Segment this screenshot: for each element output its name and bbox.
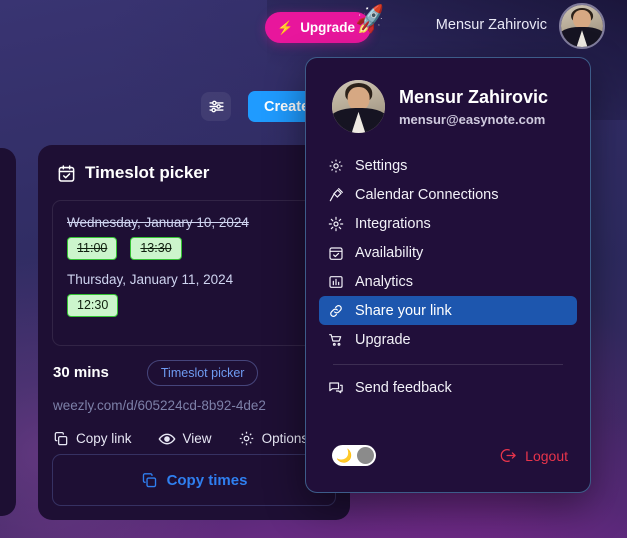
card-meta-row: 30 mins Timeslot picker [38,346,350,386]
slot-chip-row: 12:30 [67,293,321,317]
top-header: ⚡ Upgrade 🚀 Mensur Zahirovic [0,0,627,56]
cart-icon [328,332,344,348]
menu-item-upgrade[interactable]: Upgrade [319,325,577,354]
menu-user-name: Mensur Zahirovic [399,87,549,108]
copy-times-button[interactable]: Copy times [52,454,336,506]
slot-chip-row: 11:00 13:30 [67,237,321,260]
copy-link-label: Copy link [76,431,132,447]
options-label: Options [261,431,309,447]
menu-item-label: Availability [355,244,424,261]
view-label: View [182,431,212,447]
menu-item-label: Upgrade [355,331,411,348]
logout-label: Logout [525,447,568,464]
menu-item-send-feedback[interactable]: Send feedback [319,373,577,402]
day-group: Wednesday, January 10, 2024 11:00 13:30 [67,215,321,260]
app-root: ⚡ Upgrade 🚀 Mensur Zahirovic Create Time… [0,0,627,538]
chat-icon [328,380,344,396]
plug-icon [328,187,344,203]
adjacent-card-peek[interactable] [0,148,16,516]
menu-item-calendar-connections[interactable]: Calendar Connections [319,180,577,209]
event-link[interactable]: weezly.com/d/605224cd-8b92-4de2 [38,386,350,413]
day-label: Thursday, January 11, 2024 [67,271,234,287]
menu-divider [333,364,563,365]
copy-link-action[interactable]: Copy link [53,431,132,447]
card-title: Timeslot picker [85,163,210,182]
logout-button[interactable]: Logout [500,447,568,464]
menu-user-email: mensur@easynote.com [399,111,546,127]
account-dropdown: Mensur Zahirovic mensur@easynote.com Set… [305,57,591,493]
menu-item-settings[interactable]: Settings [319,151,577,180]
menu-item-analytics[interactable]: Analytics [319,267,577,296]
event-type-badge: Timeslot picker [146,359,259,386]
slot-chip[interactable]: 12:30 [67,293,119,317]
header-avatar[interactable] [559,3,605,49]
menu-item-label: Share your link [355,302,452,319]
eye-icon [158,430,176,448]
calendar-check-icon [328,245,344,261]
gear-icon [328,158,344,174]
bar-chart-icon [328,274,344,290]
menu-user-block: Mensur Zahirovic mensur@easynote.com [306,58,590,139]
menu-avatar [332,80,385,133]
menu-item-label: Integrations [355,215,431,232]
menu-user-text: Mensur Zahirovic mensur@easynote.com [399,86,548,127]
menu-item-share-your-link[interactable]: Share your link [319,296,577,325]
slot-chip[interactable]: 11:00 [67,237,118,260]
copy-times-label: Copy times [166,471,248,489]
day-group: Thursday, January 11, 2024 12:30 [67,272,321,317]
avatar-photo [332,80,385,133]
link-icon [328,303,344,319]
card-actions: Copy link View Options [38,413,350,448]
day-label: Wednesday, January 10, 2024 [67,215,249,230]
duration-label: 30 mins [53,364,109,382]
slots-container: Wednesday, January 10, 2024 11:00 13:30 … [52,200,336,346]
avatar-photo [561,5,603,47]
create-button-label: Create [264,98,310,115]
slot-chip[interactable]: 13:30 [130,237,182,260]
puzzle-icon [328,216,344,232]
logout-icon [500,447,517,464]
menu-item-availability[interactable]: Availability [319,238,577,267]
bolt-icon: ⚡ [277,20,294,35]
menu-list: Settings Calendar Connections Integratio… [306,139,590,402]
copy-icon [141,472,158,489]
upgrade-button[interactable]: ⚡ Upgrade [265,12,371,43]
menu-item-label: Send feedback [355,379,452,396]
header-user-name: Mensur Zahirovic [435,17,547,33]
card-header: Timeslot picker [38,145,350,183]
gear-icon [238,430,255,447]
filter-button[interactable] [201,92,231,121]
upgrade-button-label: Upgrade [300,20,355,35]
toggle-knob [357,447,374,464]
calendar-check-icon [57,164,76,183]
view-action[interactable]: View [158,430,212,448]
menu-item-integrations[interactable]: Integrations [319,209,577,238]
sliders-icon [208,98,225,115]
menu-item-label: Calendar Connections [355,186,499,203]
moon-icon: 🌙 [336,448,353,463]
timeslot-card: Timeslot picker Wednesday, January 10, 2… [38,145,350,520]
menu-item-label: Analytics [355,273,414,290]
copy-icon [53,431,69,447]
theme-toggle[interactable]: 🌙 [332,445,376,466]
menu-footer: 🌙 Logout [306,445,590,466]
menu-item-label: Settings [355,157,408,174]
options-action[interactable]: Options [238,430,309,447]
